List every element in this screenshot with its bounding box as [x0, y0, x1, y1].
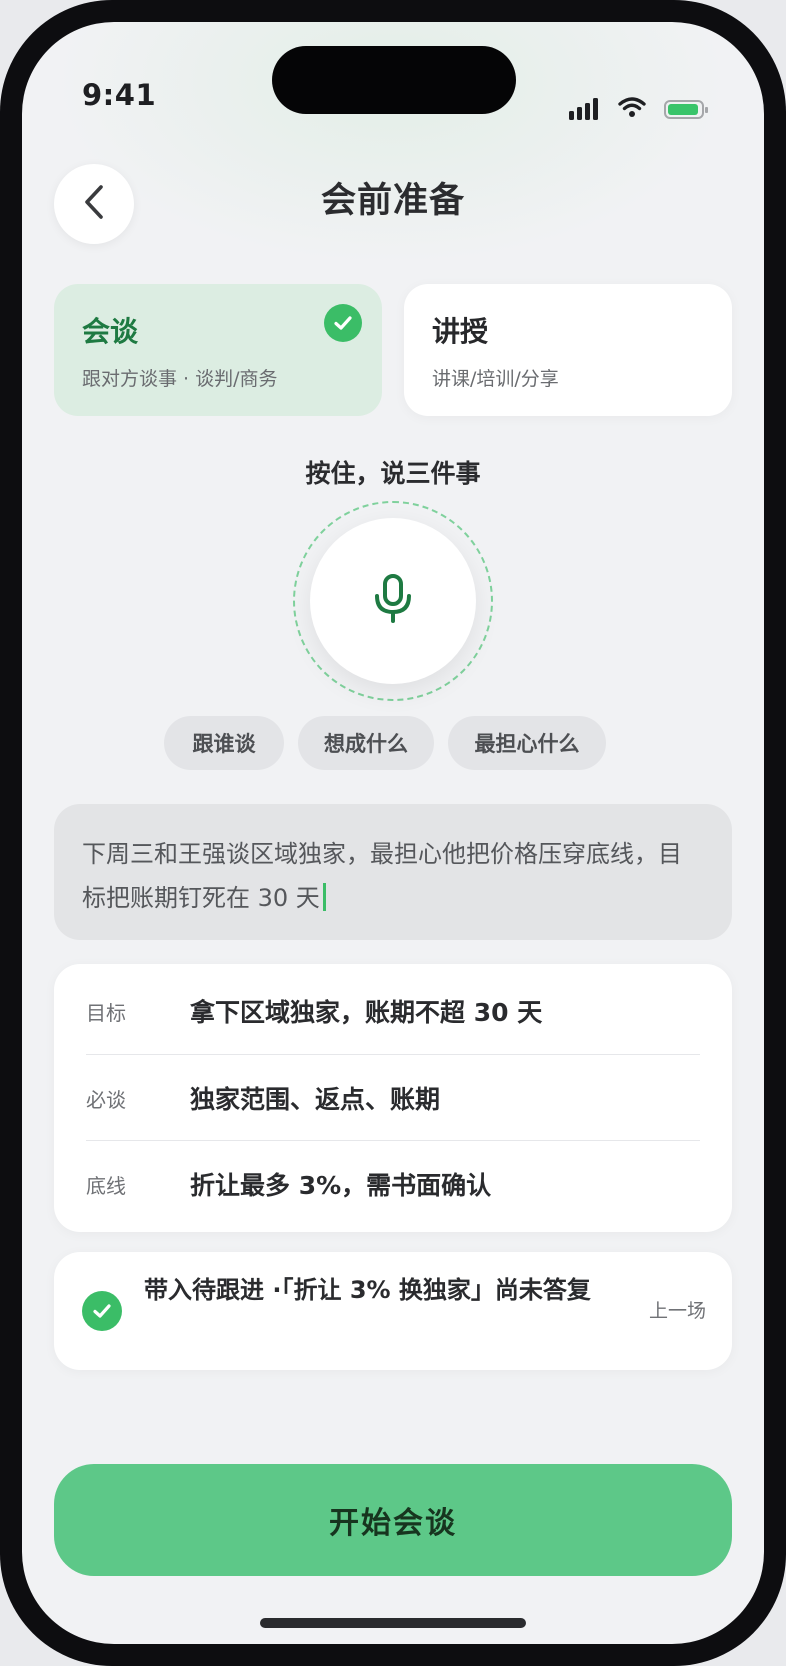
battery-icon: [664, 99, 708, 119]
followup-checkbox[interactable]: [82, 1291, 122, 1331]
plan-key: 必谈: [86, 1087, 126, 1112]
mode-subtitle: 讲课/培训/分享: [432, 368, 559, 390]
mode-card-lecture[interactable]: 讲授 讲课/培训/分享: [404, 284, 732, 416]
plan-value: 独家范围、返点、账期: [190, 1085, 441, 1114]
followup-text: 带入待跟进 ·「折让 3% 换独家」尚未答复: [144, 1276, 591, 1304]
status-icons: [569, 96, 708, 122]
check-icon: [324, 304, 362, 342]
page-title: 会前准备: [320, 181, 465, 221]
wifi-icon: [618, 96, 646, 122]
cellular-signal-icon: [569, 98, 598, 120]
mic-button[interactable]: [310, 518, 476, 684]
followup-card: 带入待跟进 ·「折让 3% 换独家」尚未答复 上一场: [54, 1252, 732, 1370]
plan-value: 折让最多 3%，需书面确认: [190, 1171, 492, 1200]
mode-card-meeting[interactable]: 会谈 跟对方谈事 · 谈判/商务: [54, 284, 382, 416]
chip-who[interactable]: 跟谁谈: [164, 716, 284, 770]
phone-frame: 9:41 会前准备 会谈 跟对方谈事 · 谈判/商务 讲授 讲课/培训/分享 按…: [0, 0, 786, 1666]
chip-goal[interactable]: 想成什么: [298, 716, 434, 770]
dynamic-island: [272, 46, 516, 114]
start-meeting-button[interactable]: 开始会谈: [54, 1464, 732, 1576]
microphone-icon: [373, 574, 413, 628]
hold-to-speak-label: 按住，说三件事: [305, 459, 481, 488]
chip-worry[interactable]: 最担心什么: [448, 716, 606, 770]
plan-row-bottom-line: 底线 折让最多 3%，需书面确认: [86, 1140, 700, 1227]
plan-card: 目标 拿下区域独家，账期不超 30 天 必谈 独家范围、返点、账期 底线 折让最…: [54, 964, 732, 1232]
plan-row-goal: 目标 拿下区域独家，账期不超 30 天: [86, 968, 700, 1054]
home-indicator: [260, 1618, 526, 1628]
mode-title: 讲授: [432, 315, 489, 348]
mode-subtitle: 跟对方谈事 · 谈判/商务: [82, 368, 278, 390]
transcript-field[interactable]: 下周三和王强谈区域独家，最担心他把价格压穿底线，目标把账期钉死在 30 天: [54, 804, 732, 940]
followup-source-link[interactable]: 上一场: [649, 1296, 706, 1323]
plan-key: 目标: [86, 1000, 126, 1025]
text-caret: [322, 883, 326, 911]
check-icon: [93, 1304, 111, 1318]
screen: 9:41 会前准备 会谈 跟对方谈事 · 谈判/商务 讲授 讲课/培训/分享 按…: [22, 22, 764, 1644]
plan-value: 拿下区域独家，账期不超 30 天: [190, 998, 543, 1027]
status-time: 9:41: [82, 78, 157, 112]
transcript-text: 下周三和王强谈区域独家，最担心他把价格压穿底线，目标把账期钉死在 30 天: [82, 840, 682, 912]
plan-row-must-discuss: 必谈 独家范围、返点、账期: [86, 1054, 700, 1141]
plan-key: 底线: [86, 1173, 126, 1198]
mode-title: 会谈: [82, 315, 139, 348]
